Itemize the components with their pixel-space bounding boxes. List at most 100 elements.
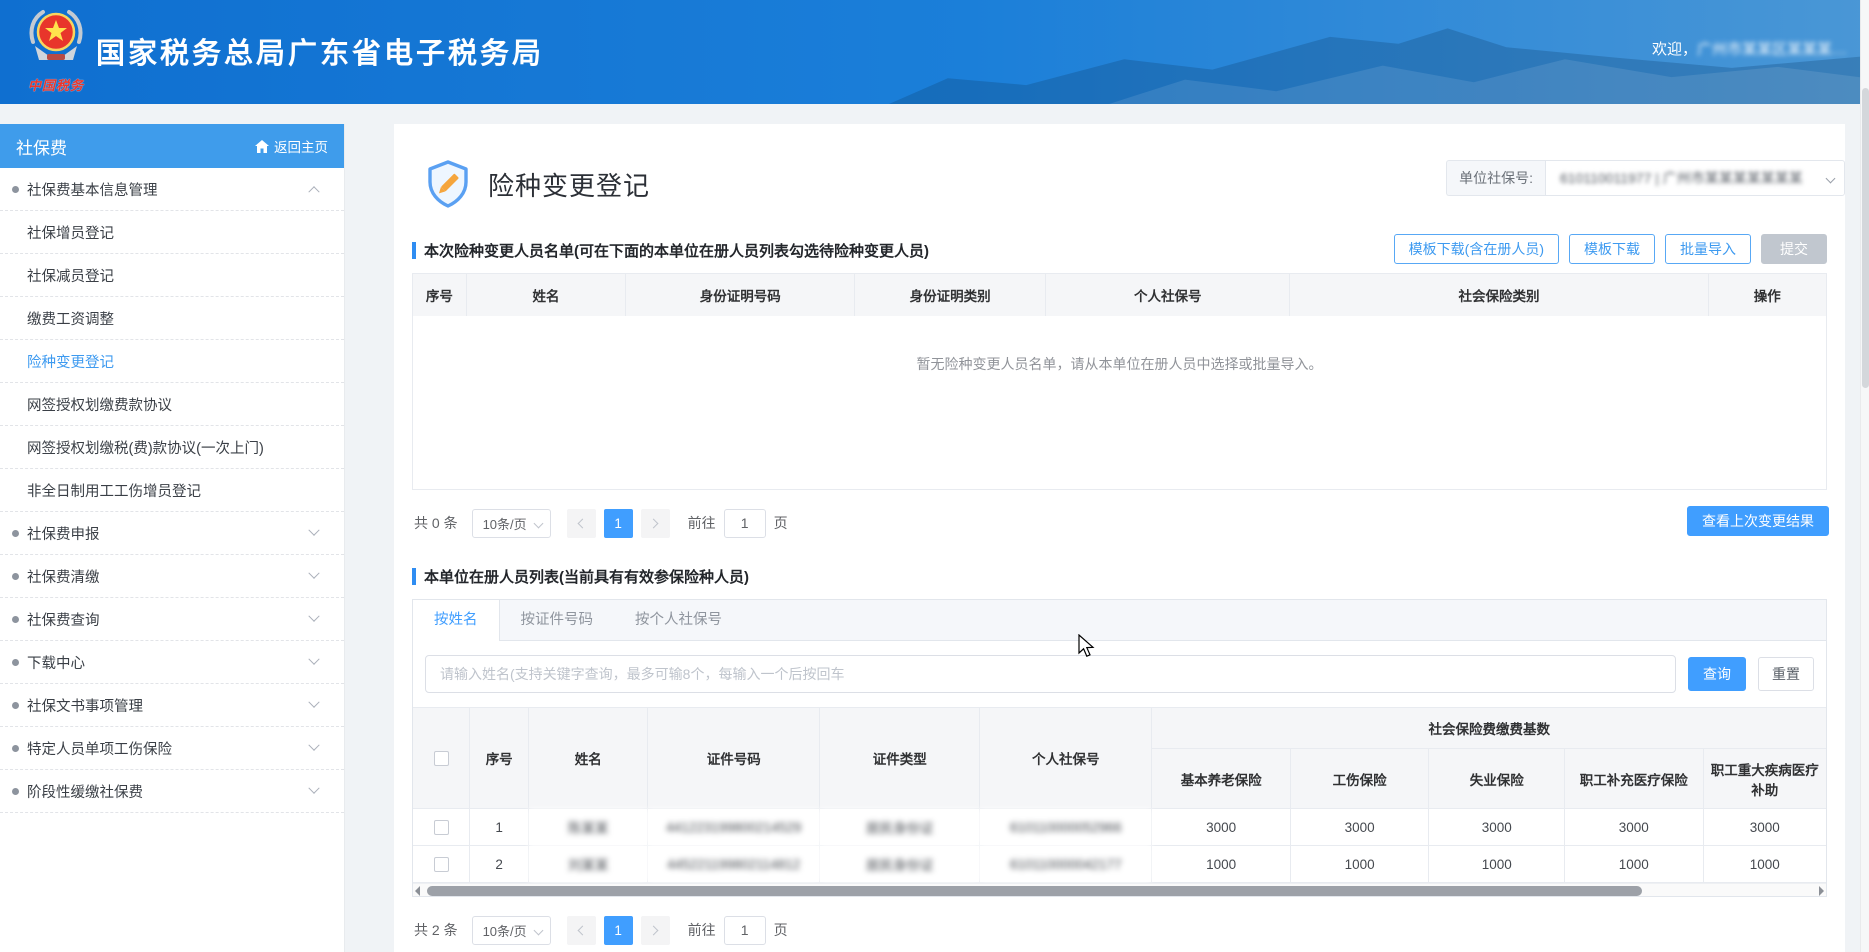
col-personal-ssn: 个人社保号 bbox=[1046, 274, 1291, 316]
chevron-left-icon bbox=[577, 518, 588, 528]
batch-import-button[interactable]: 批量导入 bbox=[1665, 234, 1751, 264]
welcome-username: 广州市某某区某某某… bbox=[1696, 41, 1847, 58]
sidebar-item-payment-agreement[interactable]: 网签授权划缴费款协议 bbox=[0, 383, 344, 426]
scroll-right-arrow-icon[interactable] bbox=[1819, 886, 1824, 896]
logo-caption: 中国税务 bbox=[27, 78, 84, 93]
page-size-select[interactable]: 10条/页 bbox=[471, 508, 551, 538]
page-scrollbar-thumb[interactable] bbox=[1862, 88, 1869, 388]
cell-unemployment-base: 3000 bbox=[1428, 808, 1566, 846]
cell-id-type: 居民身份证 bbox=[819, 808, 981, 846]
page-title: 险种变更登记 bbox=[488, 170, 651, 201]
page-number-1[interactable]: 1 bbox=[603, 915, 633, 945]
sidebar-item-insurance-change[interactable]: 险种变更登记 bbox=[0, 340, 344, 383]
page-scrollbar[interactable] bbox=[1860, 0, 1869, 952]
select-all-checkbox[interactable] bbox=[433, 750, 449, 766]
section-accent-bar bbox=[412, 568, 416, 585]
main-content: 险种变更登记 单位社保号: 610110011977 | 广州市某某某某某某某 … bbox=[394, 124, 1845, 952]
col-supplementary-medical: 职工补充医疗保险 bbox=[1564, 748, 1704, 809]
chevron-down-icon bbox=[308, 739, 320, 751]
col-name: 姓名 bbox=[528, 707, 649, 809]
reset-button[interactable]: 重置 bbox=[1758, 657, 1814, 691]
sidebar-item-tax-fee-agreement[interactable]: 网签授权划缴税(费)款协议(一次上门) bbox=[0, 426, 344, 469]
view-last-result-button[interactable]: 查看上次变更结果 bbox=[1687, 506, 1829, 536]
cell-unemployment-base: 1000 bbox=[1428, 845, 1566, 883]
table-row: 2 刘某某 445221199802114812 居民身份证 610110000… bbox=[413, 845, 1826, 883]
sidebar-item-download-center[interactable]: 下载中心 bbox=[0, 641, 344, 684]
sidebar-item-fee-declare[interactable]: 社保费申报 bbox=[0, 512, 344, 555]
table-row: 1 陈某某 441223199800214529 居民身份证 610110000… bbox=[413, 808, 1826, 846]
cell-id-number: 441223199800214529 bbox=[647, 808, 821, 846]
company-ssn-field: 单位社保号: 610110011977 | 广州市某某某某某某某 bbox=[1446, 160, 1845, 196]
col-insurance-type: 社会保险类别 bbox=[1290, 274, 1709, 316]
app-header: 中国税务 国家税务总局广东省电子税务局 欢迎，广州市某某区某某某… bbox=[0, 0, 1869, 104]
sidebar-item-wage-adjust[interactable]: 缴费工资调整 bbox=[0, 297, 344, 340]
bullet-icon bbox=[12, 658, 19, 666]
sidebar-item-fee-settle[interactable]: 社保费清缴 bbox=[0, 555, 344, 598]
page-title-row: 险种变更登记 单位社保号: 610110011977 | 广州市某某某某某某某 bbox=[412, 124, 1845, 234]
chevron-down-icon bbox=[308, 782, 320, 794]
sidebar-item-deferred-payment[interactable]: 阶段性缓缴社保费 bbox=[0, 770, 344, 813]
template-download-button[interactable]: 模板下载 bbox=[1569, 234, 1655, 264]
cell-name: 陈某某 bbox=[528, 808, 649, 846]
chevron-down-icon bbox=[308, 696, 320, 708]
tab-by-name[interactable]: 按姓名 bbox=[413, 600, 500, 641]
tab-by-personal-ssn[interactable]: 按个人社保号 bbox=[614, 600, 743, 640]
select-all-cell bbox=[413, 707, 471, 809]
next-page-button[interactable] bbox=[640, 915, 670, 945]
goto-label: 前往 bbox=[687, 515, 716, 531]
col-group-contribution-base: 社会保险费缴费基数 bbox=[1151, 707, 1826, 749]
next-page-button[interactable] bbox=[640, 508, 670, 538]
search-input[interactable] bbox=[425, 655, 1676, 693]
tax-bureau-logo: 中国税务 bbox=[12, 6, 100, 94]
sidebar-item-add-employee[interactable]: 社保增员登记 bbox=[0, 211, 344, 254]
search-button[interactable]: 查询 bbox=[1688, 657, 1746, 691]
sidebar-menu: 社保费基本信息管理 社保增员登记 社保减员登记 缴费工资调整 险种变更登记 网签… bbox=[0, 168, 344, 823]
row-checkbox[interactable] bbox=[433, 856, 449, 872]
sidebar-item-basic-info-mgmt[interactable]: 社保费基本信息管理 bbox=[0, 168, 344, 211]
welcome-prefix: 欢迎， bbox=[1651, 41, 1697, 58]
col-id-number: 身份证明号码 bbox=[626, 274, 856, 316]
prev-page-button[interactable] bbox=[566, 508, 596, 538]
col-unemployment: 失业保险 bbox=[1428, 748, 1566, 809]
sidebar-item-remove-employee[interactable]: 社保减员登记 bbox=[0, 254, 344, 297]
page-size-select[interactable]: 10条/页 bbox=[471, 915, 551, 945]
goto-unit: 页 bbox=[773, 515, 788, 531]
empty-state-text: 暂无险种变更人员名单，请从本单位在册人员中选择或批量导入。 bbox=[916, 356, 1323, 372]
chevron-right-icon bbox=[648, 925, 659, 935]
template-download-with-staff-button[interactable]: 模板下载(含在册人员) bbox=[1393, 234, 1559, 264]
welcome-text: 欢迎，广州市某某区某某某… bbox=[1652, 38, 1847, 59]
section-accent-bar bbox=[412, 242, 416, 259]
sidebar-item-document-mgmt[interactable]: 社保文书事项管理 bbox=[0, 684, 344, 727]
sidebar: 社保费 返回主页 社保费基本信息管理 社保增员登记 社保减员登记 缴费工资调整 … bbox=[0, 124, 345, 952]
col-id-type: 身份证明类别 bbox=[855, 274, 1046, 316]
cell-injury-base: 3000 bbox=[1289, 808, 1430, 846]
company-ssn-select[interactable]: 610110011977 | 广州市某某某某某某某 bbox=[1545, 160, 1845, 196]
row-checkbox[interactable] bbox=[433, 819, 449, 835]
goto-page-input[interactable] bbox=[723, 915, 766, 945]
submit-button[interactable]: 提交 bbox=[1761, 234, 1827, 264]
tab-by-id-number[interactable]: 按证件号码 bbox=[500, 600, 615, 640]
company-ssn-value: 610110011977 | 广州市某某某某某某某 bbox=[1560, 170, 1803, 186]
section1-actions: 模板下载(含在册人员) 模板下载 批量导入 提交 bbox=[1393, 234, 1827, 264]
cell-personal-ssn: 610110000042177 bbox=[979, 845, 1153, 883]
row-select-cell bbox=[413, 845, 471, 883]
goto-label: 前往 bbox=[687, 922, 716, 938]
shield-pencil-icon bbox=[428, 160, 468, 208]
bullet-icon bbox=[12, 701, 19, 709]
return-home-link[interactable]: 返回主页 bbox=[255, 136, 328, 156]
sidebar-item-parttime-injury-reg[interactable]: 非全日制用工工伤增员登记 bbox=[0, 469, 344, 512]
chevron-down-icon bbox=[308, 524, 320, 536]
col-seq: 序号 bbox=[413, 274, 467, 316]
row-select-cell bbox=[413, 808, 471, 846]
goto-page-input[interactable] bbox=[723, 508, 766, 538]
scroll-left-arrow-icon[interactable] bbox=[415, 886, 420, 896]
page-number-1[interactable]: 1 bbox=[603, 508, 633, 538]
horizontal-scrollbar-thumb[interactable] bbox=[427, 885, 1643, 896]
sidebar-item-fee-query[interactable]: 社保费查询 bbox=[0, 598, 344, 641]
sidebar-title: 社保费 bbox=[16, 138, 67, 158]
prev-page-button[interactable] bbox=[566, 915, 596, 945]
sidebar-item-special-injury-insurance[interactable]: 特定人员单项工伤保险 bbox=[0, 727, 344, 770]
app-title: 国家税务总局广东省电子税务局 bbox=[96, 38, 545, 70]
staff-table: 序号 姓名 证件号码 证件类型 个人社保号 社会保险费缴费基数 基本养老保险 工… bbox=[413, 707, 1826, 883]
return-home-label: 返回主页 bbox=[274, 140, 328, 155]
